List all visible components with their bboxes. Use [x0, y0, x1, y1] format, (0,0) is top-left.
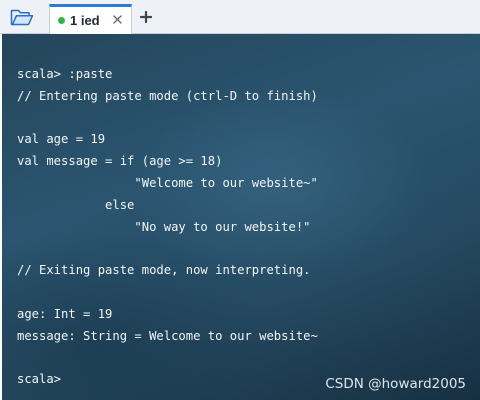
terminal-line: "No way to our website!" — [17, 219, 311, 234]
terminal-line: message: String = Welcome to our website… — [17, 328, 318, 343]
terminal-line: "Welcome to our website~" — [17, 175, 318, 190]
tab-label: 1 ied — [70, 13, 100, 28]
terminal-line: age: Int = 19 — [17, 306, 113, 321]
tab-close-button[interactable] — [110, 12, 124, 26]
terminal-panel[interactable]: scala> :paste // Entering paste mode (ct… — [2, 34, 480, 400]
terminal-line: // Entering paste mode (ctrl-D to finish… — [17, 88, 318, 103]
tab-session[interactable]: 1 ied — [49, 4, 132, 34]
plus-icon — [140, 11, 152, 23]
open-folder-button[interactable] — [8, 6, 36, 28]
new-tab-button[interactable] — [138, 9, 154, 25]
watermark-text: CSDN @howard2005 — [325, 376, 466, 392]
terminal-line: val message = if (age >= 18) — [17, 154, 223, 169]
terminal-line: scala> :paste — [17, 67, 113, 81]
terminal-line: else — [17, 197, 135, 212]
terminal-output: scala> :paste // Entering paste mode (ct… — [17, 64, 318, 391]
terminal-line: val age = 19 — [17, 132, 106, 147]
close-icon — [112, 14, 122, 24]
terminal-line: // Exiting paste mode, now interpreting. — [17, 263, 311, 278]
app-window: 1 ied scala> :paste // Entering paste mo… — [0, 0, 480, 400]
tab-bar: 1 ied — [0, 0, 480, 34]
folder-open-icon — [10, 9, 34, 26]
connection-status-dot — [58, 17, 65, 24]
terminal-prompt-line: scala> — [17, 372, 62, 387]
